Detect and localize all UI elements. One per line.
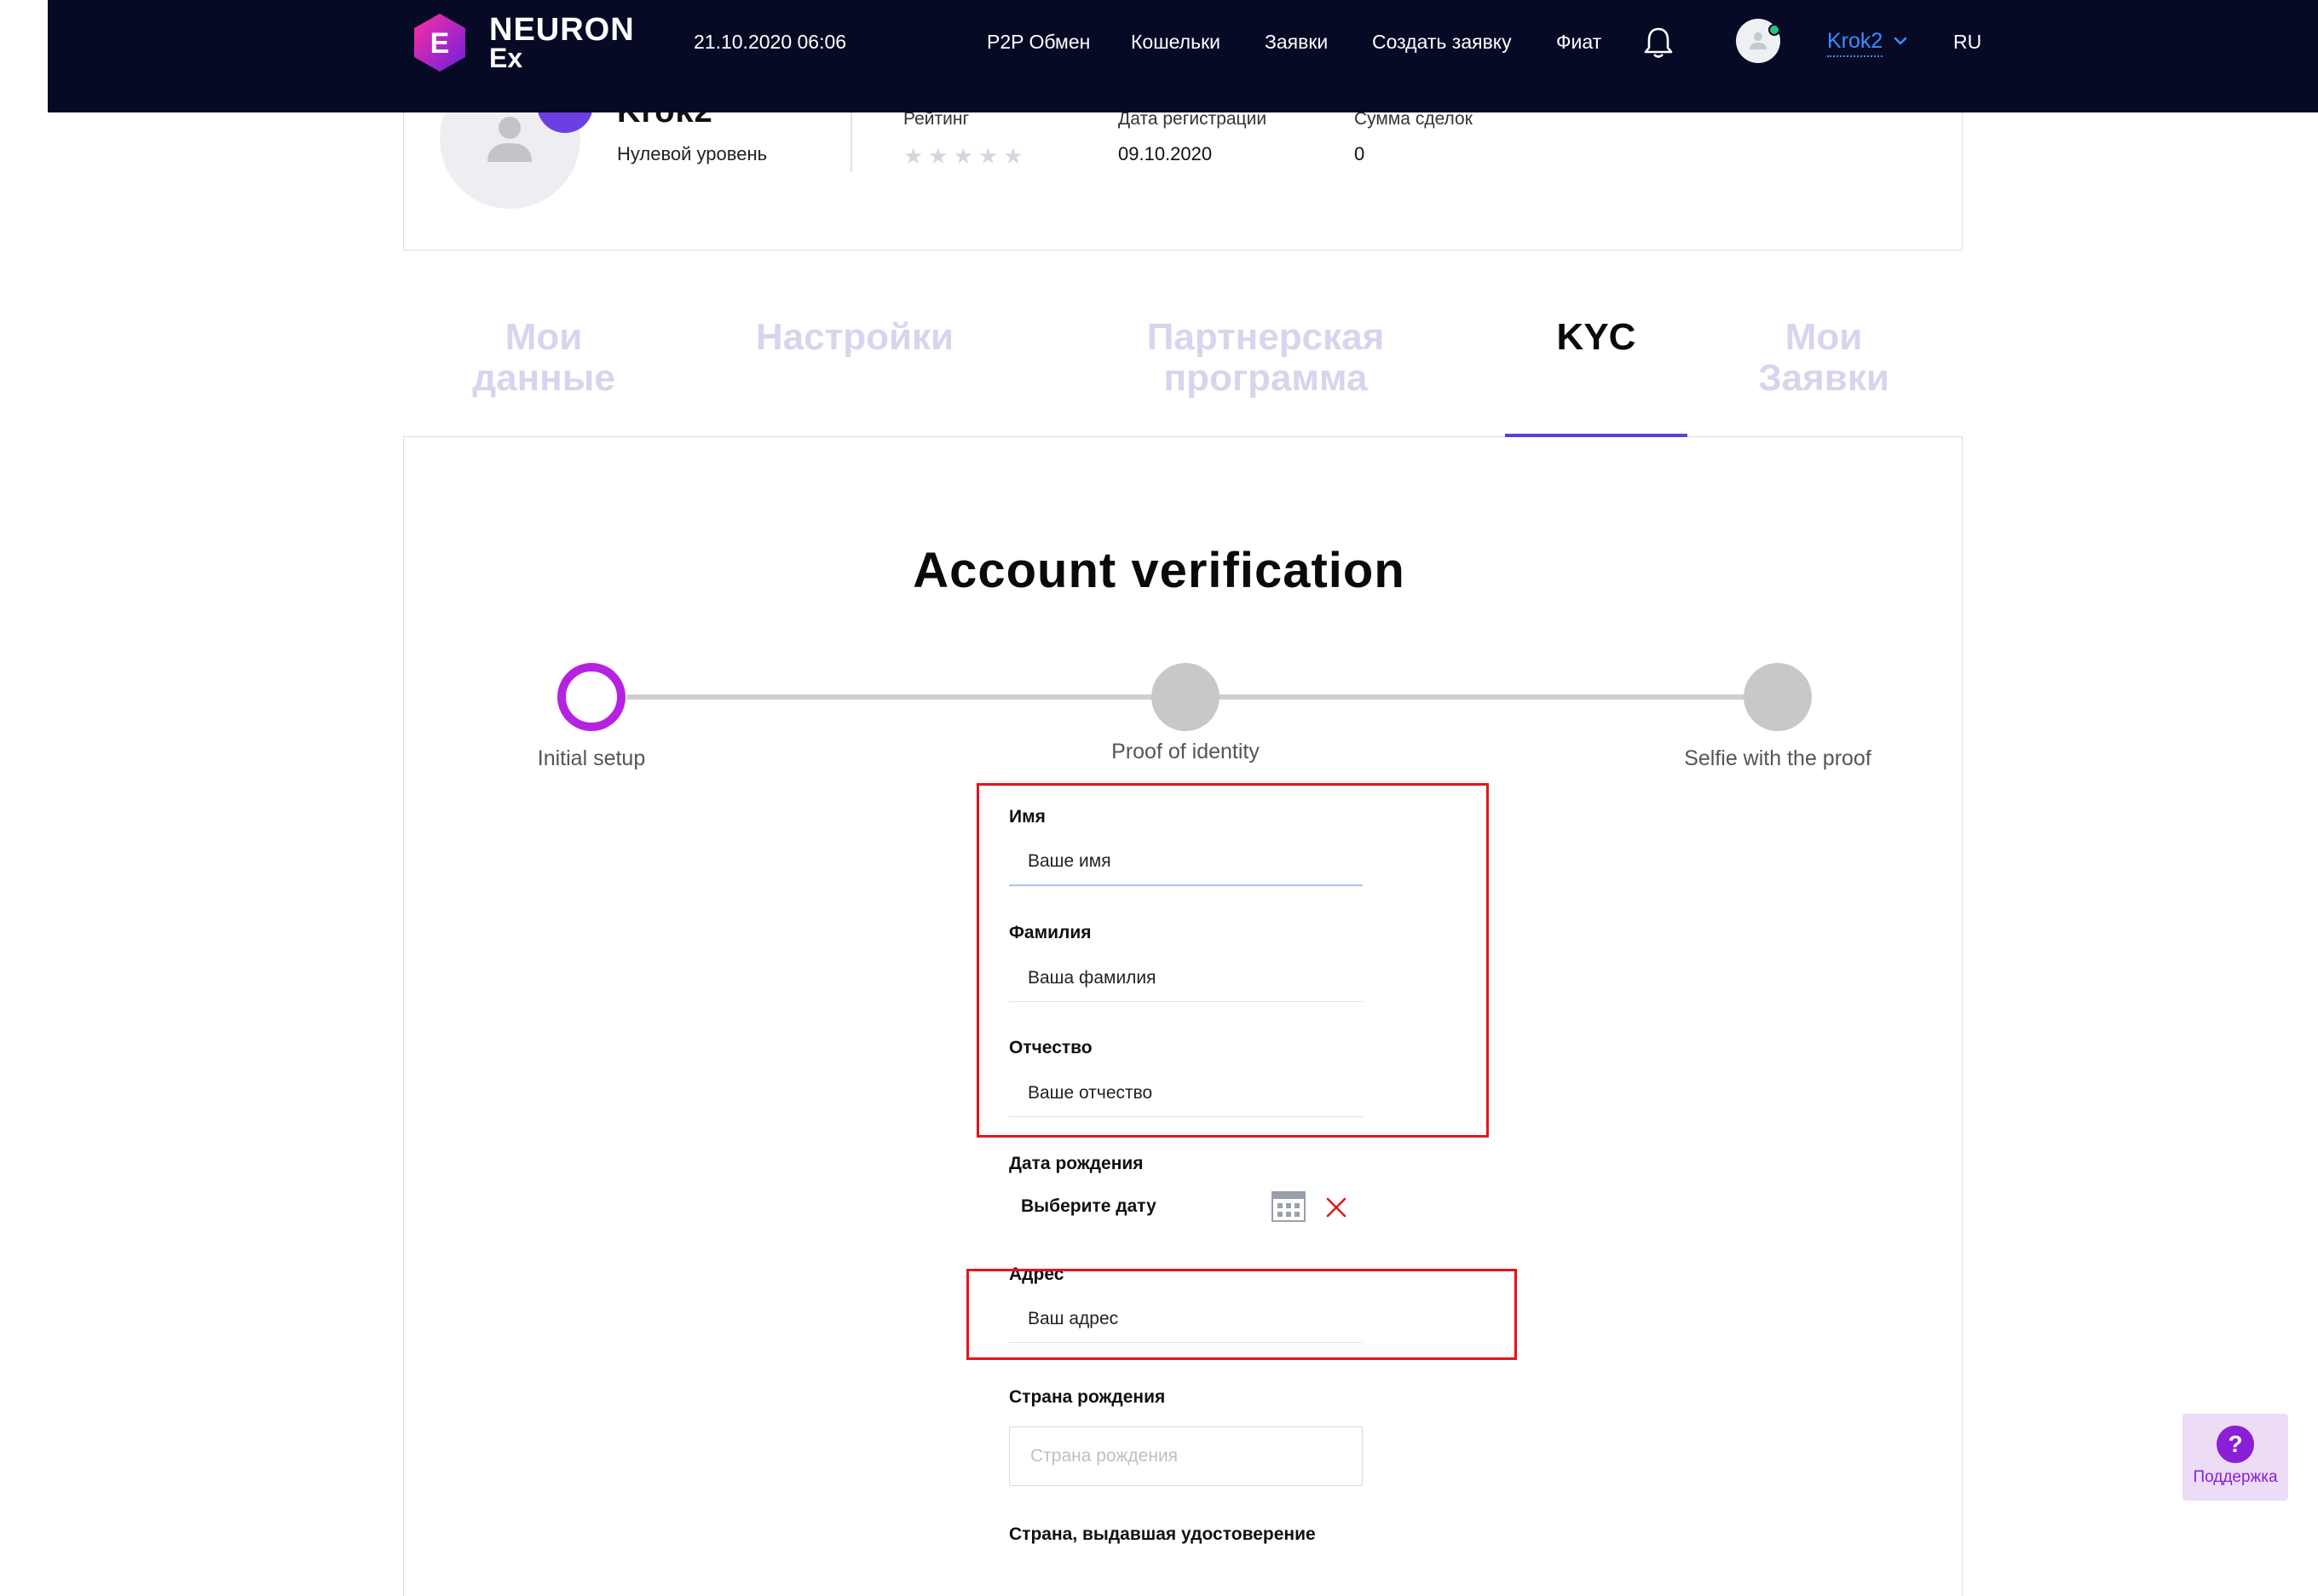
stepper-line: [626, 694, 1163, 700]
tab-settings[interactable]: Настройки: [714, 317, 995, 358]
user-silhouette-icon: [1750, 32, 1767, 49]
logo-subtext[interactable]: Ex: [489, 43, 522, 74]
issuing-country-label: Страна, выдавшая удостоверение: [1009, 1524, 1316, 1544]
annotation-box-name-fields: [977, 783, 1489, 1138]
tab-label: Мои: [505, 316, 583, 358]
tab-label: Заявки: [1758, 357, 1889, 399]
rating-stars-icon: ★★★★★: [903, 143, 1029, 169]
tab-my-orders[interactable]: Мои Заявки: [1721, 317, 1926, 399]
tab-partner-program[interactable]: Партнерская программа: [1099, 317, 1432, 399]
profile-level: Нулевой уровень: [617, 143, 768, 164]
nav-p2p-exchange[interactable]: P2P Обмен: [987, 31, 1090, 54]
tab-my-data[interactable]: Мои данные: [433, 317, 654, 399]
birth-country-select[interactable]: [1009, 1426, 1363, 1486]
profile-divider: [851, 109, 852, 172]
annotation-box-address: [966, 1269, 1517, 1360]
tab-label: Настройки: [755, 316, 954, 358]
nav-fiat[interactable]: Фиат: [1556, 31, 1601, 54]
registration-date: 09.10.2020: [1118, 143, 1213, 164]
language-switcher[interactable]: RU: [1953, 31, 1981, 54]
step-selfie-circle[interactable]: [1744, 663, 1812, 731]
tab-label: KYC: [1556, 316, 1636, 358]
calendar-icon[interactable]: [1271, 1191, 1306, 1222]
clear-date-icon[interactable]: [1325, 1196, 1347, 1219]
logo-letter: E: [430, 27, 450, 60]
step-initial-setup-circle[interactable]: [557, 663, 626, 731]
step-label: Initial setup: [537, 746, 646, 770]
user-silhouette-icon: [487, 117, 532, 162]
tab-label: данные: [472, 357, 615, 399]
deals-value: 0: [1354, 143, 1365, 164]
stepper-line: [1219, 694, 1756, 700]
tab-kyc[interactable]: KYC: [1505, 317, 1687, 358]
help-icon: ?: [2217, 1426, 2254, 1463]
page-title: Account verification: [913, 543, 1405, 598]
birth-country-label: Страна рождения: [1009, 1387, 1166, 1407]
birth-date-picker[interactable]: Выберите дату: [1021, 1196, 1156, 1217]
chevron-down-icon[interactable]: [1892, 32, 1909, 49]
neuron-logo-icon[interactable]: E: [409, 12, 470, 73]
nav-orders[interactable]: Заявки: [1265, 31, 1328, 54]
step-proof-identity-circle[interactable]: [1151, 663, 1220, 731]
tab-label: программа: [1163, 357, 1368, 399]
user-menu-name[interactable]: Krok2: [1827, 29, 1883, 57]
support-button[interactable]: ? Поддержка: [2182, 1414, 2288, 1501]
nav-wallets[interactable]: Кошельки: [1131, 31, 1220, 54]
header-datetime: 21.10.2020 06:06: [694, 31, 847, 53]
support-label: Поддержка: [2193, 1468, 2278, 1486]
nav-create-order[interactable]: Создать заявку: [1372, 31, 1512, 54]
step-label: Selfie with the proof: [1684, 746, 1871, 770]
bell-icon[interactable]: [1643, 26, 1674, 60]
tab-label: Партнерская: [1146, 316, 1385, 358]
birth-date-label: Дата рождения: [1009, 1154, 1144, 1173]
online-status-indicator: [1768, 24, 1780, 36]
active-tab-indicator: [1505, 434, 1687, 437]
tab-label: Мои: [1785, 316, 1863, 358]
top-header: [48, 0, 2318, 112]
step-label: Proof of identity: [1111, 740, 1260, 763]
